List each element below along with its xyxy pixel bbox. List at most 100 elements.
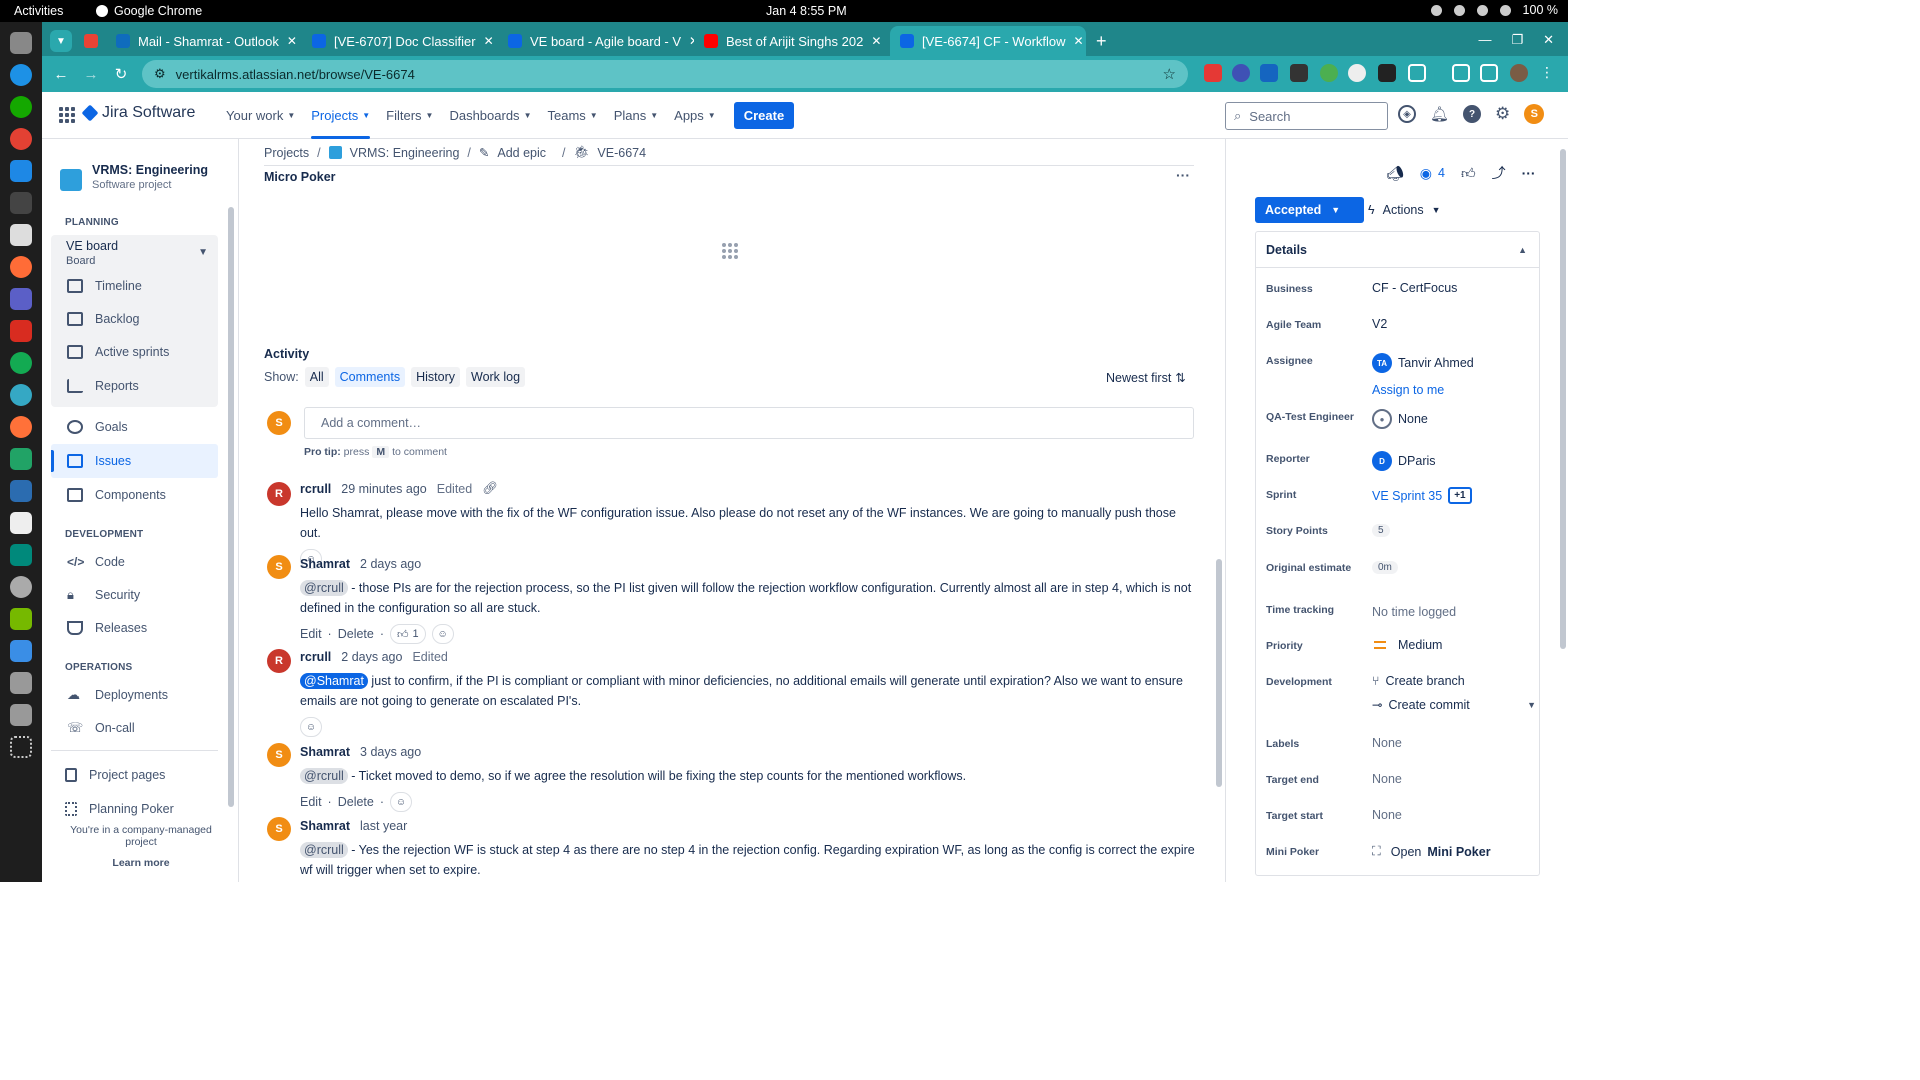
sidebar-item-active-sprints[interactable]: Active sprints bbox=[51, 335, 218, 369]
vscode-app-icon[interactable] bbox=[10, 160, 32, 182]
filter-history[interactable]: History bbox=[411, 367, 460, 387]
profile-avatar-icon[interactable] bbox=[1510, 64, 1528, 82]
sidebar-item-issues[interactable]: Issues bbox=[51, 444, 218, 478]
create-commit-link[interactable]: ⊸ Create commit ▼ bbox=[1372, 697, 1536, 713]
chevron-down-icon[interactable]: ▼ bbox=[198, 247, 208, 258]
nav-apps[interactable]: Apps ▼ bbox=[666, 92, 724, 139]
delete-comment-link[interactable]: Delete bbox=[338, 627, 374, 641]
link-icon[interactable]: 🔗︎ bbox=[482, 481, 498, 496]
redis-app-icon[interactable] bbox=[10, 320, 32, 342]
notifications-icon[interactable]: 🔔︎ bbox=[1430, 105, 1449, 123]
address-bar[interactable]: ⚙ vertikalrms.atlassian.net/browse/VE-66… bbox=[142, 60, 1188, 88]
close-tab-icon[interactable]: ✕ bbox=[871, 34, 881, 48]
extension-icon[interactable] bbox=[1260, 64, 1278, 82]
delete-comment-link[interactable]: Delete bbox=[338, 795, 374, 809]
avatar[interactable]: S bbox=[267, 743, 291, 767]
user-avatar[interactable]: S bbox=[1524, 104, 1545, 124]
comment-author[interactable]: Shamrat bbox=[300, 557, 350, 571]
actions-dropdown[interactable]: ϟ Actions ▼ bbox=[1360, 197, 1441, 223]
more-actions-icon[interactable]: ··· bbox=[1522, 165, 1536, 181]
extension-icon[interactable] bbox=[1320, 64, 1338, 82]
comment-time[interactable]: 3 days ago bbox=[360, 745, 421, 759]
labels-value[interactable]: None bbox=[1372, 736, 1402, 750]
breadcrumb-project[interactable]: VRMS: Engineering bbox=[350, 146, 460, 160]
add-reaction-icon[interactable]: ☺ bbox=[300, 717, 322, 737]
target-end-value[interactable]: None bbox=[1372, 772, 1402, 786]
sidebar-item-goals[interactable]: Goals bbox=[51, 410, 218, 444]
more-sprints-badge[interactable]: +1 bbox=[1448, 487, 1472, 504]
close-tab-icon[interactable]: ✕ bbox=[287, 34, 297, 48]
details-scrollbar[interactable] bbox=[1558, 139, 1568, 882]
more-actions-icon[interactable]: ··· bbox=[1176, 167, 1190, 183]
avatar[interactable]: R bbox=[267, 482, 291, 506]
mongodb-app-icon[interactable] bbox=[10, 352, 32, 374]
chat-app-icon[interactable] bbox=[10, 544, 32, 566]
comment-author[interactable]: rcrull bbox=[300, 650, 331, 664]
board-selector[interactable]: VE board Board bbox=[66, 239, 118, 267]
status-dropdown[interactable]: Accepted ▼ bbox=[1255, 197, 1364, 223]
mention-chip[interactable]: @rcrull bbox=[300, 842, 348, 858]
sidebar-item-releases[interactable]: Releases bbox=[51, 611, 218, 645]
settings-app-icon[interactable] bbox=[10, 32, 32, 54]
minimize-icon[interactable]: — bbox=[1478, 32, 1491, 48]
breadcrumb-issue-key[interactable]: VE-6674 bbox=[597, 146, 646, 160]
open-mini-poker-link[interactable]: ⛶ Open Mini Poker bbox=[1372, 844, 1491, 859]
system-tray[interactable]: 100 % bbox=[1430, 3, 1558, 17]
side-panel-icon[interactable] bbox=[1480, 64, 1498, 82]
comment-time[interactable]: 29 minutes ago bbox=[341, 482, 426, 496]
mention-chip[interactable]: @rcrull bbox=[300, 580, 348, 596]
misc-app-icon[interactable] bbox=[10, 480, 32, 502]
extension-icon[interactable] bbox=[1348, 64, 1366, 82]
package-app-icon[interactable] bbox=[10, 640, 32, 662]
compass-icon[interactable]: ◈ bbox=[1398, 105, 1416, 123]
upwork-app-icon[interactable] bbox=[10, 96, 32, 118]
chrome-app-icon[interactable] bbox=[10, 128, 32, 150]
chevron-down-icon[interactable]: ▼ bbox=[1527, 700, 1536, 710]
sidebar-scrollbar[interactable] bbox=[228, 207, 234, 807]
extension-icon[interactable] bbox=[1378, 64, 1396, 82]
breadcrumb-add-epic[interactable]: Add epic bbox=[497, 146, 546, 160]
chrome-menu-icon[interactable]: ⋮ bbox=[1538, 64, 1556, 82]
firefox-app-icon[interactable] bbox=[10, 416, 32, 438]
drive-app-icon[interactable] bbox=[10, 672, 32, 694]
media-icon[interactable] bbox=[1452, 64, 1470, 82]
browser-tab[interactable]: [VE-6707] Doc Classifier ✕ bbox=[302, 26, 498, 56]
thumbs-up-reaction[interactable]: 👍︎ 1 bbox=[390, 624, 426, 644]
create-button[interactable]: Create bbox=[733, 102, 795, 129]
filter-all[interactable]: All bbox=[304, 367, 329, 387]
postman-app-icon[interactable] bbox=[10, 256, 32, 278]
forward-icon[interactable]: → bbox=[76, 66, 106, 83]
comment-author[interactable]: Shamrat bbox=[300, 745, 350, 759]
filter-comments[interactable]: Comments bbox=[334, 367, 406, 387]
sprint-link[interactable]: VE Sprint 35 bbox=[1372, 489, 1442, 503]
learn-more-link[interactable]: Learn more bbox=[56, 857, 226, 869]
sidebar-item-reports[interactable]: Reports bbox=[51, 369, 218, 403]
extension-icon[interactable] bbox=[1290, 64, 1308, 82]
assign-to-me-link[interactable]: Assign to me bbox=[1372, 383, 1474, 397]
sidebar-item-code[interactable]: </> Code bbox=[51, 545, 218, 579]
db-tool-app-icon[interactable] bbox=[10, 384, 32, 406]
mention-chip[interactable]: @rcrull bbox=[300, 768, 348, 784]
project-header[interactable]: VRMS: Engineering Software project bbox=[60, 163, 208, 191]
puzzle-extensions-icon[interactable] bbox=[1408, 64, 1426, 82]
agile-team-value[interactable]: V2 bbox=[1372, 317, 1387, 331]
reporter-value[interactable]: D DParis bbox=[1372, 451, 1436, 471]
sidebar-item-components[interactable]: Components bbox=[51, 478, 218, 512]
bookmark-star-icon[interactable]: ☆ bbox=[1163, 65, 1176, 83]
time-tracking-value[interactable]: No time logged bbox=[1372, 602, 1456, 619]
comment-time[interactable]: 2 days ago bbox=[360, 557, 421, 571]
nav-projects[interactable]: Projects ▼ bbox=[303, 92, 378, 139]
details-header[interactable]: Details ▲ bbox=[1256, 232, 1539, 268]
create-branch-link[interactable]: ⑂ Create branch bbox=[1372, 674, 1536, 688]
gmail-tab[interactable] bbox=[78, 26, 106, 56]
back-icon[interactable]: ← bbox=[46, 66, 76, 83]
add-reaction-icon[interactable]: ☺ bbox=[431, 624, 454, 644]
sort-order-button[interactable]: Newest first ⇅ bbox=[1106, 370, 1186, 386]
activities-button[interactable]: Activities bbox=[14, 4, 63, 18]
sidebar-item-on-call[interactable]: ☏ On-call bbox=[51, 711, 218, 745]
active-app[interactable]: Google Chrome bbox=[96, 4, 202, 18]
feedback-megaphone-icon[interactable]: 📣︎ bbox=[1386, 165, 1404, 182]
avatar[interactable]: S bbox=[267, 817, 291, 841]
app-switcher-icon[interactable] bbox=[59, 107, 75, 123]
browser-tab[interactable]: VE board - Agile board - V ✕ bbox=[498, 26, 694, 56]
